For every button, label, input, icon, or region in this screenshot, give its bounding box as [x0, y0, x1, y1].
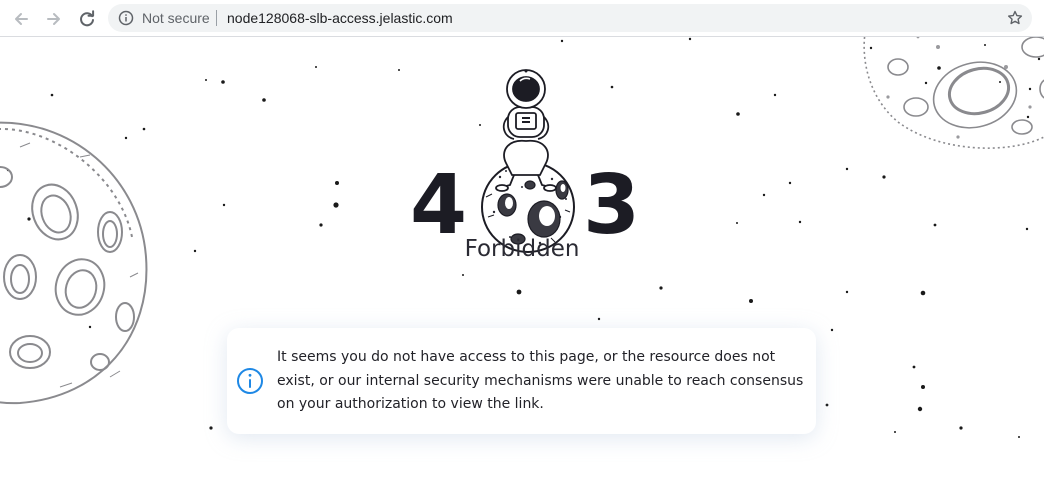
security-status-label[interactable]: Not secure — [142, 10, 210, 26]
info-notice-message: It seems you do not have access to this … — [277, 349, 804, 412]
forward-button[interactable] — [42, 7, 66, 31]
url-text[interactable]: node128068-slb-access.jelastic.com — [227, 10, 453, 26]
status-title: Forbidden — [464, 236, 580, 262]
arrow-right-icon — [47, 13, 60, 25]
astronaut-on-asteroid-illustration — [481, 69, 575, 253]
error-page: 4 3 Forbidden It seems you do not have a… — [0, 37, 1044, 484]
info-circle-icon — [118, 10, 134, 26]
browser-toolbar: Not secure node128068-slb-access.jelasti… — [0, 0, 1044, 37]
error-code: 4 3 — [400, 67, 650, 257]
address-separator — [216, 10, 217, 26]
reload-icon — [80, 10, 95, 27]
moon-right-illustration — [863, 37, 1044, 149]
back-button[interactable] — [9, 7, 33, 31]
address-bar[interactable]: Not secure node128068-slb-access.jelasti… — [108, 4, 1032, 32]
info-notice-card: It seems you do not have access to this … — [227, 328, 816, 434]
star-icon — [1008, 10, 1023, 25]
bookmark-button[interactable] — [1006, 9, 1024, 27]
info-circle-icon — [237, 368, 263, 394]
reload-button[interactable] — [75, 7, 99, 31]
site-info-button[interactable] — [118, 10, 134, 26]
arrow-left-icon — [15, 13, 28, 25]
